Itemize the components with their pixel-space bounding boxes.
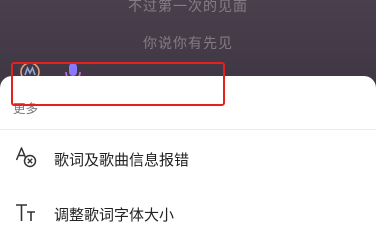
report-lyric-error-label: 歌词及歌曲信息报错 <box>54 151 190 169</box>
adjust-font-size-item[interactable]: 调整歌词字体大小 <box>0 188 376 238</box>
report-lyric-error-item[interactable]: 歌词及歌曲信息报错 <box>0 133 376 183</box>
lyric-line: 你说你有先见 <box>143 36 233 52</box>
font-size-icon <box>16 204 35 221</box>
divider <box>0 129 376 130</box>
lyric-error-report-icon <box>15 147 37 168</box>
lyric-line: 不过第一次的见面 <box>128 0 248 15</box>
adjust-font-size-label: 调整歌词字体大小 <box>54 206 175 224</box>
highlight-box <box>11 62 225 106</box>
